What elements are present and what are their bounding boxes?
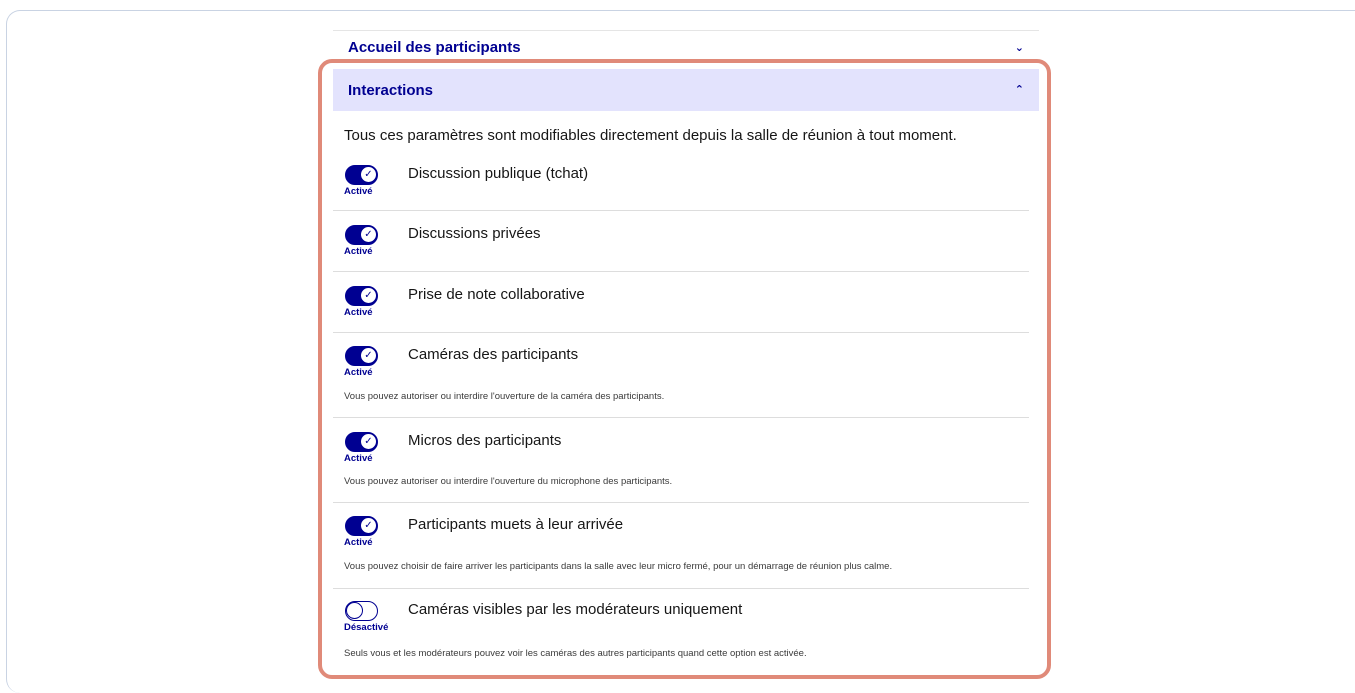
- setting-label: Discussion publique (tchat): [408, 165, 589, 182]
- setting-row-collab-notes: ✓ Activé Prise de note collaborative: [333, 286, 1029, 333]
- toggle-cameras[interactable]: ✓: [345, 346, 378, 366]
- setting-label: Caméras des participants: [408, 346, 579, 363]
- toggle-knob: [346, 602, 363, 619]
- check-icon: ✓: [360, 287, 377, 304]
- toggle-state-label: Activé: [344, 246, 373, 257]
- accordion-interactions[interactable]: Interactions ⌃: [333, 69, 1039, 111]
- accordion-accueil-title: Accueil des participants: [348, 39, 521, 56]
- toggle-micros[interactable]: ✓: [345, 432, 378, 452]
- accordion-accueil[interactable]: Accueil des participants ⌄: [333, 30, 1039, 60]
- setting-description: Seuls vous et les modérateurs pouvez voi…: [344, 648, 807, 659]
- toggle-state-label: Désactivé: [344, 622, 389, 633]
- setting-label: Discussions privées: [408, 225, 541, 242]
- setting-label: Caméras visibles par les modérateurs uni…: [408, 601, 743, 618]
- setting-label: Micros des participants: [408, 432, 562, 449]
- toggle-state-label: Activé: [344, 186, 373, 197]
- toggle-cameras-moderators[interactable]: [345, 601, 378, 621]
- toggle-state-label: Activé: [344, 307, 373, 318]
- toggle-public-chat[interactable]: ✓: [345, 165, 378, 185]
- check-icon: ✓: [360, 226, 377, 243]
- setting-label: Prise de note collaborative: [408, 286, 585, 303]
- toggle-muted-arrival[interactable]: ✓: [345, 516, 378, 536]
- setting-label: Participants muets à leur arrivée: [408, 516, 624, 533]
- toggle-private-chat[interactable]: ✓: [345, 225, 378, 245]
- accordion-interactions-title: Interactions: [348, 82, 434, 99]
- setting-description: Vous pouvez autoriser ou interdire l'ouv…: [344, 391, 665, 402]
- interactions-intro: Tous ces paramètres sont modifiables dir…: [344, 127, 957, 144]
- check-icon: ✓: [360, 347, 377, 364]
- toggle-state-label: Activé: [344, 367, 373, 378]
- check-icon: ✓: [360, 433, 377, 450]
- setting-row-micros: ✓ Activé Micros des participants Vous po…: [333, 432, 1029, 503]
- setting-row-private-chat: ✓ Activé Discussions privées: [333, 225, 1029, 272]
- check-icon: ✓: [360, 517, 377, 534]
- setting-description: Vous pouvez choisir de faire arriver les…: [344, 561, 893, 572]
- check-icon: ✓: [360, 166, 377, 183]
- setting-row-cameras: ✓ Activé Caméras des participants Vous p…: [333, 346, 1029, 418]
- setting-row-public-chat: ✓ Activé Discussion publique (tchat): [333, 165, 1029, 211]
- chevron-up-icon[interactable]: ⌃: [1015, 83, 1024, 96]
- setting-row-cameras-moderators: Désactivé Caméras visibles par les modér…: [333, 601, 1029, 663]
- setting-row-muted-arrival: ✓ Activé Participants muets à leur arriv…: [333, 516, 1029, 589]
- toggle-collab-notes[interactable]: ✓: [345, 286, 378, 306]
- toggle-state-label: Activé: [344, 453, 373, 464]
- chevron-down-icon[interactable]: ⌄: [1015, 41, 1024, 54]
- setting-description: Vous pouvez autoriser ou interdire l'ouv…: [344, 476, 673, 487]
- toggle-state-label: Activé: [344, 537, 373, 548]
